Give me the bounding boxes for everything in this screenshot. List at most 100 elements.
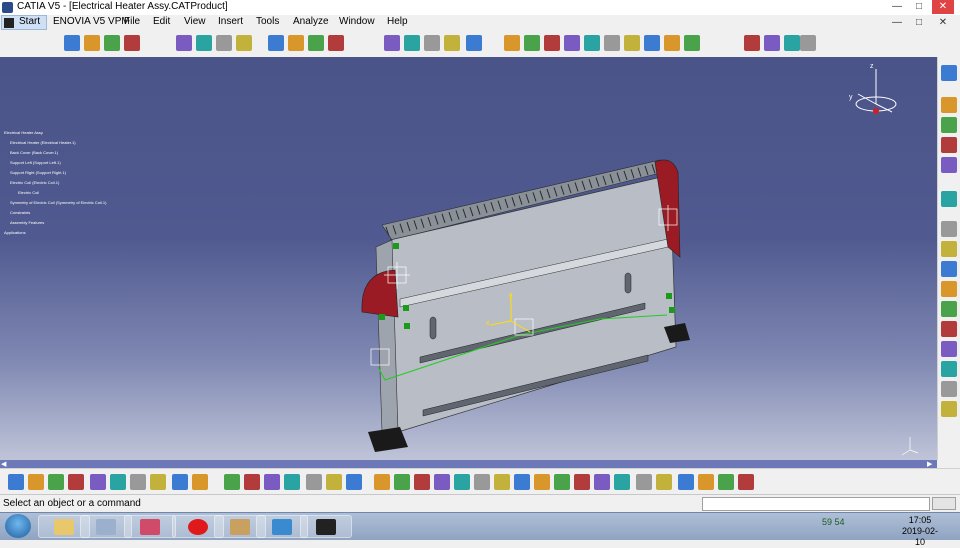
clash-icon[interactable]: [424, 35, 440, 51]
menu-view[interactable]: View: [184, 16, 206, 27]
redo-icon[interactable]: [172, 474, 188, 490]
material-library-icon[interactable]: [941, 221, 957, 237]
update-all-icon[interactable]: [941, 97, 957, 113]
open-icon[interactable]: [28, 474, 44, 490]
change-constraint-icon[interactable]: [684, 35, 700, 51]
cut-icon[interactable]: [90, 474, 106, 490]
menu-help[interactable]: Help: [387, 16, 408, 27]
snap-icon[interactable]: [308, 35, 324, 51]
reuse-pattern-icon[interactable]: [744, 35, 760, 51]
hide-icon[interactable]: [941, 117, 957, 133]
doc-minimize-button[interactable]: —: [886, 16, 908, 30]
fast-multi-instantiation-icon[interactable]: [268, 35, 284, 51]
menu-window[interactable]: Window: [339, 16, 375, 27]
scene-icon[interactable]: [800, 35, 816, 51]
menu-insert[interactable]: Insert: [218, 16, 243, 27]
paste-icon[interactable]: [130, 474, 146, 490]
zoom-in-icon[interactable]: [454, 474, 470, 490]
zoom-out-icon[interactable]: [474, 474, 490, 490]
material-icon[interactable]: [698, 474, 714, 490]
menu-edit[interactable]: Edit: [153, 16, 170, 27]
compass-control-icon[interactable]: [941, 65, 957, 81]
manipulation-icon[interactable]: [288, 35, 304, 51]
lock-icon[interactable]: [326, 474, 342, 490]
update-icon[interactable]: [764, 35, 780, 51]
clock[interactable]: 17:05 2019-02-10: [898, 515, 942, 548]
product-icon[interactable]: [64, 35, 80, 51]
contact-constraint-icon[interactable]: [544, 35, 560, 51]
sectioning-icon[interactable]: [444, 35, 460, 51]
component-icon[interactable]: [84, 35, 100, 51]
stop-on-clash-icon[interactable]: [404, 35, 420, 51]
shading-icon[interactable]: [614, 474, 630, 490]
smart-move-icon[interactable]: [328, 35, 344, 51]
knowledge-icon[interactable]: [244, 474, 260, 490]
catia-logo-icon[interactable]: [738, 474, 754, 490]
pointer-icon[interactable]: [264, 474, 280, 490]
coincidence-constraint-icon[interactable]: [524, 35, 540, 51]
view-mode-icon[interactable]: [534, 474, 550, 490]
close-button[interactable]: ✕: [932, 0, 954, 14]
undo-icon[interactable]: [150, 474, 166, 490]
copy-icon[interactable]: [110, 474, 126, 490]
render-icon[interactable]: [678, 474, 694, 490]
maximize-button[interactable]: □: [908, 0, 930, 14]
whats-this-icon[interactable]: [192, 474, 208, 490]
doc-close-button[interactable]: ✕: [932, 16, 954, 30]
fix-together-icon[interactable]: [624, 35, 640, 51]
scroll-right-icon[interactable]: ▶: [927, 460, 932, 468]
graph-tree-icon[interactable]: [196, 35, 212, 51]
catalog-icon[interactable]: [284, 474, 300, 490]
menu-analyze[interactable]: Analyze: [293, 16, 329, 27]
fit-all-icon[interactable]: [394, 474, 410, 490]
analysis-icon[interactable]: [941, 261, 957, 277]
print-icon[interactable]: [68, 474, 84, 490]
rotate-icon[interactable]: [434, 474, 450, 490]
hide-show-icon[interactable]: [554, 474, 570, 490]
pan-icon[interactable]: [414, 474, 430, 490]
formula-icon[interactable]: [224, 474, 240, 490]
multi-instantiation-icon[interactable]: [236, 35, 252, 51]
command-clear-button[interactable]: [932, 497, 956, 510]
generate-view-icon[interactable]: [941, 381, 957, 397]
replace-icon[interactable]: [176, 35, 192, 51]
compass-rotate-icon[interactable]: [941, 191, 957, 207]
distance-icon[interactable]: [466, 35, 482, 51]
offset-constraint-icon[interactable]: [564, 35, 580, 51]
tray-indicators[interactable]: 59 54: [822, 517, 845, 527]
menu-start[interactable]: Start: [1, 15, 47, 30]
enovia-icon[interactable]: [718, 474, 734, 490]
horizontal-scrollbar[interactable]: ◀ ▶: [0, 460, 937, 468]
menu-tools[interactable]: Tools: [256, 16, 279, 27]
save-icon[interactable]: [48, 474, 64, 490]
constraint-analysis-icon[interactable]: [941, 301, 957, 317]
measure-icon[interactable]: [504, 35, 520, 51]
flexible-icon[interactable]: [664, 35, 680, 51]
bill-of-material-icon[interactable]: [941, 281, 957, 297]
save-management-icon[interactable]: [784, 35, 800, 51]
swap-space-icon[interactable]: [574, 474, 590, 490]
minimize-button[interactable]: —: [886, 0, 908, 14]
existing-component-icon[interactable]: [124, 35, 140, 51]
explode-icon[interactable]: [384, 35, 400, 51]
fix-component-icon[interactable]: [604, 35, 620, 51]
dependency-icon[interactable]: [941, 321, 957, 337]
parameter-icon[interactable]: [346, 474, 362, 490]
normal-view-icon[interactable]: [494, 474, 510, 490]
generate-numbering-icon[interactable]: [216, 35, 232, 51]
table-icon[interactable]: [306, 474, 322, 490]
windows-start-button[interactable]: [5, 514, 31, 538]
taskbar-app-catia[interactable]: [124, 515, 176, 538]
doc-maximize-button[interactable]: □: [908, 16, 930, 30]
scene-view-icon[interactable]: [941, 361, 957, 377]
3d-viewport[interactable]: Electrical Heater Assy Electrical Heater …: [0, 57, 937, 460]
fly-mode-icon[interactable]: [374, 474, 390, 490]
perspective-icon[interactable]: [656, 474, 672, 490]
menu-enovia[interactable]: ENOVIA V5 VPM: [53, 16, 130, 27]
quick-constraint-icon[interactable]: [644, 35, 660, 51]
show-icon[interactable]: [941, 137, 957, 153]
menu-file[interactable]: File: [124, 16, 140, 27]
light-icon[interactable]: [594, 474, 610, 490]
part-icon[interactable]: [104, 35, 120, 51]
parallel-icon[interactable]: [636, 474, 652, 490]
